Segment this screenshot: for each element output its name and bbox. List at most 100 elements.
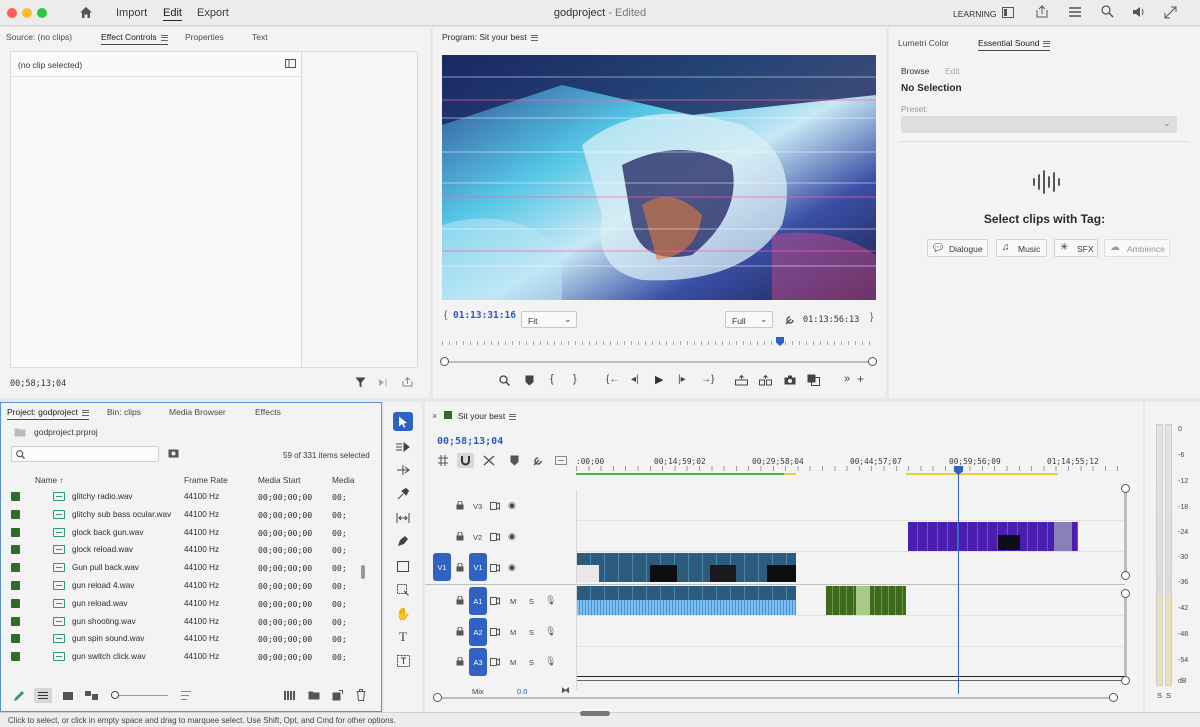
tab-project[interactable]: Project: godproject <box>7 407 89 420</box>
go-to-out-icon[interactable]: →} <box>701 374 714 385</box>
video-vertical-scrollbar[interactable] <box>1124 488 1127 576</box>
panel-menu-icon[interactable] <box>530 34 538 41</box>
tab-sequence[interactable]: Sit your best <box>458 411 517 421</box>
mute-button[interactable]: M <box>510 597 516 606</box>
lock-icon[interactable] <box>456 627 464 636</box>
video-clip-v2[interactable] <box>908 522 1078 551</box>
tab-effect-controls[interactable]: Effect Controls <box>101 32 168 45</box>
hand-tool[interactable]: ✋ <box>392 604 414 624</box>
new-item-icon[interactable] <box>332 690 343 701</box>
scroll-handle-left[interactable] <box>440 357 449 366</box>
slider-handle[interactable] <box>111 691 119 699</box>
automate-to-sequence-icon[interactable] <box>284 691 296 700</box>
lock-icon[interactable] <box>456 563 464 572</box>
solo-left-button[interactable]: S <box>1157 691 1162 700</box>
panel-menu-icon[interactable] <box>160 34 168 41</box>
mark-in-icon[interactable]: { <box>550 373 554 385</box>
list-item[interactable]: gun spin sound.wav 44100 Hz 00;00;00;00 00; <box>1 630 359 648</box>
col-media[interactable]: Media <box>332 475 355 485</box>
scroll-handle-right[interactable] <box>868 357 877 366</box>
track-select-tool[interactable] <box>392 437 414 457</box>
close-window-button[interactable] <box>7 8 17 18</box>
col-frame-rate[interactable]: Frame Rate <box>184 475 228 485</box>
button-editor-icon[interactable]: + <box>857 372 864 386</box>
zoom-scrollbar[interactable] <box>442 361 876 363</box>
go-to-in-icon[interactable]: {← <box>606 374 619 385</box>
pencil-icon[interactable] <box>13 690 25 702</box>
scroll-handle-right[interactable] <box>1109 693 1118 702</box>
eye-icon[interactable]: ◉ <box>508 500 516 511</box>
insert-nest-icon[interactable] <box>437 455 449 466</box>
add-marker-icon[interactable] <box>525 375 534 386</box>
scroll-handle-left[interactable] <box>433 693 442 702</box>
selection-tool[interactable] <box>393 412 413 431</box>
microphone-icon[interactable]: 🎙 <box>545 595 556 606</box>
audio-vertical-scrollbar[interactable] <box>1124 594 1127 680</box>
panel-menu-icon[interactable] <box>1043 40 1051 47</box>
tab-source[interactable]: Source: (no clips) <box>6 32 72 42</box>
camera-icon[interactable] <box>784 375 796 385</box>
mute-button[interactable]: M <box>510 628 516 637</box>
sync-lock-icon[interactable] <box>490 597 500 605</box>
volume-icon[interactable] <box>1132 6 1146 18</box>
type-tool[interactable]: T <box>392 627 414 647</box>
minimize-window-button[interactable] <box>22 8 32 18</box>
play-icon[interactable]: ▶ <box>655 373 663 386</box>
scroll-handle[interactable] <box>1121 571 1130 580</box>
caption-tool[interactable] <box>392 651 414 671</box>
export-icon[interactable] <box>402 377 413 387</box>
quick-export-icon[interactable] <box>1069 7 1081 17</box>
lock-icon[interactable] <box>456 596 464 605</box>
thumbnail-size-slider[interactable] <box>114 695 168 696</box>
tab-properties[interactable]: Properties <box>185 32 224 42</box>
slip-tool[interactable] <box>392 508 414 528</box>
scroll-handle[interactable] <box>1121 484 1130 493</box>
program-title[interactable]: Program: Sit your best <box>442 32 538 42</box>
wrench-icon[interactable] <box>785 314 796 325</box>
audio-clip-a1-green[interactable] <box>826 586 906 615</box>
lock-icon[interactable] <box>456 501 464 510</box>
solo-button[interactable]: S <box>529 658 534 667</box>
scroll-handle[interactable] <box>1121 589 1130 598</box>
tab-effects[interactable]: Effects <box>255 407 281 417</box>
lock-icon[interactable] <box>456 657 464 666</box>
list-view-button[interactable] <box>34 688 52 703</box>
track-lane-a2[interactable] <box>577 616 1125 647</box>
track-lane-v3[interactable] <box>577 490 1125 521</box>
tag-dialogue-button[interactable]: 💬 Dialogue <box>927 239 988 257</box>
ripple-edit-tool[interactable] <box>392 460 414 480</box>
list-item[interactable]: gun shooting.wav 44100 Hz 00;00;00;00 00; <box>1 613 359 631</box>
zoom-window-button[interactable] <box>37 8 47 18</box>
sync-lock-icon[interactable] <box>490 533 500 541</box>
new-bin-icon[interactable] <box>308 690 320 700</box>
panel-menu-icon[interactable] <box>81 409 89 416</box>
track-target-a1[interactable]: A1 <box>469 587 487 615</box>
eye-icon[interactable]: ◉ <box>508 531 516 542</box>
track-target-a2[interactable]: A2 <box>469 618 487 646</box>
mix-skip-icon[interactable]: ⧓ <box>561 685 570 696</box>
list-item[interactable]: gun reload 4.wav 44100 Hz 00;00;00;00 00; <box>1 577 359 595</box>
add-marker-icon[interactable] <box>510 455 519 466</box>
rectangle-tool[interactable] <box>392 556 414 576</box>
tab-lumetri-color[interactable]: Lumetri Color <box>898 38 949 48</box>
solo-button[interactable]: S <box>529 628 534 637</box>
tag-ambience-button[interactable]: ☁ Ambience <box>1104 239 1170 257</box>
list-item[interactable]: Gun pull back.wav 44100 Hz 00;00;00;00 00; <box>1 559 359 577</box>
effect-controls-timecode[interactable]: 00;58;13;04 <box>10 379 66 389</box>
icon-view-icon[interactable] <box>63 692 73 700</box>
sync-lock-icon[interactable] <box>490 502 500 510</box>
snap-button[interactable] <box>457 453 474 468</box>
solo-button[interactable]: S <box>529 597 534 606</box>
sync-lock-icon[interactable] <box>490 628 500 636</box>
freeform-view-icon[interactable] <box>85 691 98 700</box>
track-target-a3[interactable]: A3 <box>469 648 487 676</box>
scroll-handle[interactable] <box>1121 676 1130 685</box>
audio-clip-a1[interactable] <box>577 586 796 615</box>
program-video-frame[interactable] <box>442 55 876 300</box>
fullscreen-icon[interactable] <box>1164 6 1177 19</box>
sync-lock-icon[interactable] <box>490 564 500 572</box>
extract-icon[interactable] <box>759 375 772 386</box>
sort-icons-icon[interactable] <box>181 691 191 700</box>
list-item[interactable]: glock back gun.wav 44100 Hz 00;00;00;00 00; <box>1 524 359 542</box>
list-item[interactable]: glock reload.wav 44100 Hz 00;00;00;00 00; <box>1 541 359 559</box>
